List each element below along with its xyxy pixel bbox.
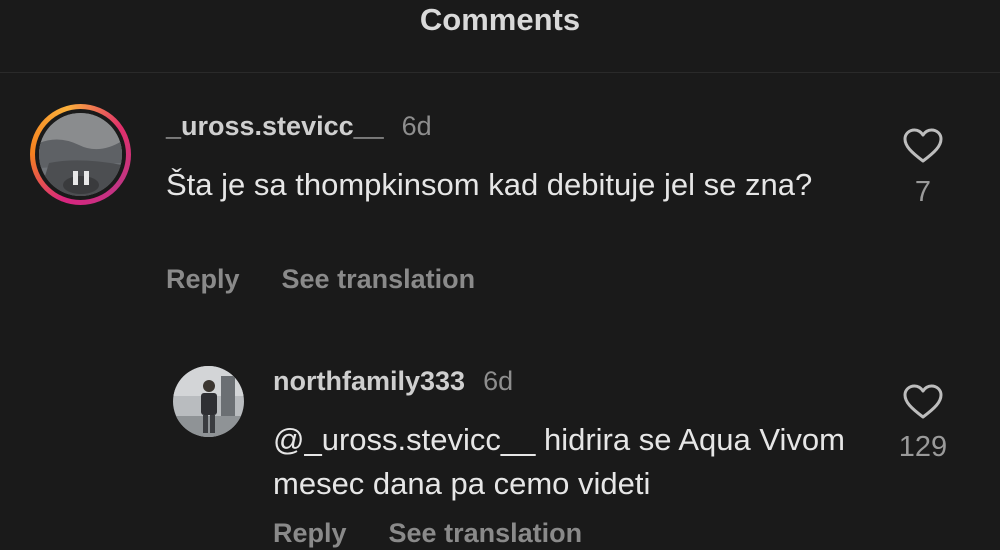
comment-username[interactable]: _uross.stevicc__ 6d [166,111,432,142]
avatar[interactable] [39,113,122,196]
see-translation-button[interactable]: See translation [389,518,583,548]
like-count: 7 [914,176,932,208]
comment-age: 6d [401,111,432,141]
comment-actions: Reply See translation [273,518,582,549]
username-label[interactable]: _uross.stevicc__ [166,111,384,141]
avatar-story-ring[interactable] [30,104,131,205]
comment-username[interactable]: northfamily333 6d [273,366,513,397]
comments-header: Comments [0,0,1000,73]
reply-button[interactable]: Reply [273,518,347,548]
comment-text: Šta je sa thompkinsom kad debituje jel s… [166,167,813,202]
reply-button[interactable]: Reply [166,264,240,294]
heart-outline-icon[interactable] [903,384,943,420]
like-count: 129 [898,431,948,463]
comment-text: @_uross.stevicc__ hidrira se Aqua Vivom … [273,422,845,501]
heart-outline-icon[interactable] [903,128,943,164]
comment-age: 6d [483,366,514,396]
page-title: Comments [419,2,581,37]
username-label[interactable]: northfamily333 [273,366,465,396]
see-translation-button[interactable]: See translation [282,264,476,294]
avatar[interactable] [173,366,244,437]
comment-actions: Reply See translation [166,264,475,295]
